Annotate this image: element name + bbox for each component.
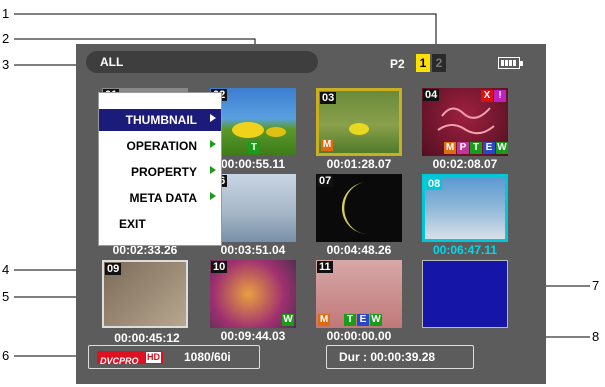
menu-item-exit[interactable]: EXIT	[99, 213, 221, 235]
badge-m: M	[318, 314, 330, 326]
thumbnail-07[interactable]: 07 00:04:48.26	[316, 174, 402, 257]
badge-m: M	[444, 142, 456, 154]
clip-number: 10	[211, 261, 228, 273]
menu-label: OPERATION	[126, 139, 197, 153]
menu-label: THUMBNAIL	[125, 113, 197, 127]
menu-item-thumbnail[interactable]: THUMBNAIL	[99, 109, 221, 131]
badge-t: T	[470, 142, 482, 154]
codec-status: DVCPRO HD 1080/60i	[88, 345, 260, 369]
p2-label: P2	[390, 57, 405, 71]
menu-label: EXIT	[119, 217, 146, 231]
badge-t: T	[344, 314, 356, 326]
badge-group: M	[321, 139, 333, 151]
badge-warning: !	[494, 90, 506, 102]
badge-w: W	[370, 314, 382, 326]
clip-number: 07	[317, 175, 334, 187]
thumbnail-03[interactable]: 03 M 00:01:28.07	[316, 88, 402, 171]
duration-text: Dur : 00:00:39.28	[339, 350, 436, 364]
clip-number: 09	[105, 263, 122, 275]
badge-w: W	[496, 142, 508, 154]
timecode: 00:00:45:12	[114, 331, 180, 345]
badge-m: M	[321, 139, 333, 151]
card-slot-1: 1	[416, 54, 430, 72]
clip-number: 03	[320, 92, 337, 104]
dvcpro-hd-logo: DVCPRO HD	[97, 351, 163, 366]
timecode: 00:02:08.07	[432, 157, 498, 171]
badge-p: P	[457, 142, 469, 154]
badge-group: T	[248, 142, 260, 154]
thumbnail-10[interactable]: 10 W 00:09:44.03	[210, 260, 296, 343]
timecode: 00:04:48.26	[326, 243, 392, 257]
video-format: 1080/60i	[184, 350, 231, 364]
thumbnail-empty[interactable]	[422, 260, 508, 328]
badge-t: T	[248, 142, 260, 154]
codec-hd: HD	[146, 352, 161, 363]
thumbnail-08[interactable]: 08 00:06:47.11	[422, 174, 508, 257]
clip-filter-label: ALL	[100, 55, 124, 69]
clip-filter-bar[interactable]: ALL	[86, 51, 318, 73]
clip-number: 04	[423, 89, 440, 101]
badge-w: W	[282, 314, 294, 326]
clip-number: 08	[426, 178, 443, 190]
arrow-right-icon	[210, 114, 216, 122]
menu-label: META DATA	[129, 191, 197, 205]
badge-x: X	[481, 90, 493, 102]
timecode: 00:06:47.11	[432, 243, 498, 257]
thumbnail-09[interactable]: 09 00:00:45:12	[102, 260, 188, 345]
menu-label: PROPERTY	[130, 165, 197, 179]
card-slot-2: 2	[432, 54, 446, 72]
badge-e: E	[483, 142, 495, 154]
corner-badges: X !	[481, 90, 506, 102]
badge-group: M T E W	[318, 314, 382, 326]
timecode: 00:09:44.03	[220, 329, 286, 343]
thumbnail-06[interactable]: 06 00:03:51.04	[210, 174, 296, 257]
menu-item-meta-data[interactable]: META DATA	[99, 187, 221, 209]
codec-text: DVCPRO	[100, 356, 139, 366]
menu-item-property[interactable]: PROPERTY	[99, 161, 221, 183]
badge-group: M P T E W	[444, 142, 508, 154]
clip-number: 11	[317, 261, 333, 273]
thumbnail-02[interactable]: 02 T 00:00:55.11	[210, 88, 296, 171]
arrow-right-icon	[210, 166, 216, 174]
thumbnail-menu: THUMBNAIL OPERATION PROPERTY META DATA E…	[98, 92, 222, 246]
timecode: 00:00:00.00	[326, 329, 392, 343]
badge-e: E	[357, 314, 369, 326]
thumbnail-04[interactable]: 04 X ! M P T E W 00:02:08.07	[422, 88, 508, 171]
arrow-right-icon	[210, 140, 216, 148]
lcd-screen: ALL P2 1 2 01 02 T 00:00:55.11 03 M 00:0…	[76, 44, 546, 384]
badge-group: W	[282, 314, 294, 326]
timecode: 00:01:28.07	[326, 157, 392, 171]
thumbnail-11[interactable]: 11 M T E W 00:00:00.00	[316, 260, 402, 343]
arrow-right-icon	[210, 192, 216, 200]
battery-icon	[498, 57, 523, 69]
menu-item-operation[interactable]: OPERATION	[99, 135, 221, 157]
duration-status: Dur : 00:00:39.28	[326, 345, 474, 369]
